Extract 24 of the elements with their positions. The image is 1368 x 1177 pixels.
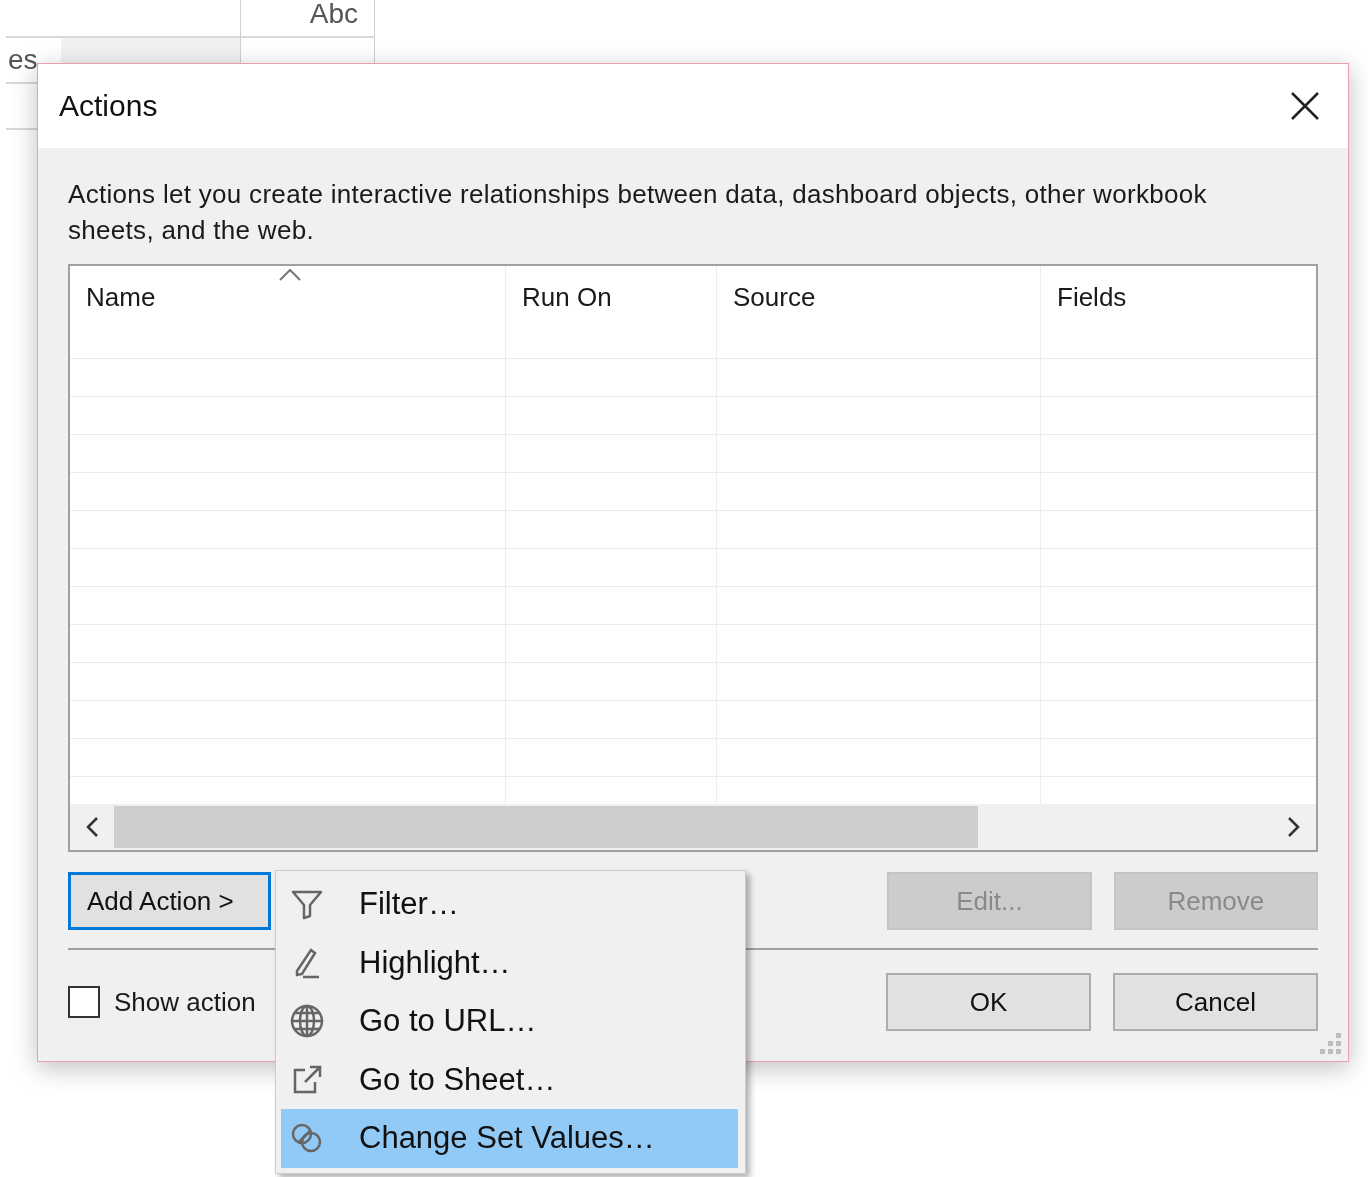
resize-grip-icon[interactable] [1320,1033,1342,1055]
column-header[interactable]: Name [70,266,505,359]
menu-item[interactable]: Go to URL… [281,992,738,1051]
globe-icon [289,1003,325,1040]
column-header[interactable]: Fields [1041,266,1316,359]
menu-item[interactable]: Filter… [281,875,738,934]
checkbox[interactable] [68,986,100,1018]
dialog-button[interactable]: Cancel [1113,973,1318,1031]
column-header[interactable]: Source [717,266,1040,359]
scrollbar-thumb[interactable] [114,806,978,848]
column-header[interactable]: Run On [506,266,716,359]
scroll-left-icon[interactable] [85,816,99,838]
horizontal-scrollbar[interactable] [70,804,1316,850]
dialog-title: Actions [59,89,158,123]
description-text: Actions let you create interactive relationships between data, dashboard objects, other workbook sheets, and the web. [68,178,1208,247]
menu-item[interactable]: Go to Sheet… [281,1050,738,1109]
scroll-right-icon[interactable] [1287,816,1301,838]
menu-item[interactable]: Change Set Values… [281,1109,738,1168]
menu-item[interactable]: Highlight… [281,933,738,992]
close-icon[interactable] [1290,91,1320,121]
checkbox-label: Show action [114,986,256,1018]
action-button[interactable]: Add Action > [68,872,272,930]
dialog-button[interactable]: OK [886,973,1091,1031]
spreadsheet-cell: Abc [241,0,375,38]
